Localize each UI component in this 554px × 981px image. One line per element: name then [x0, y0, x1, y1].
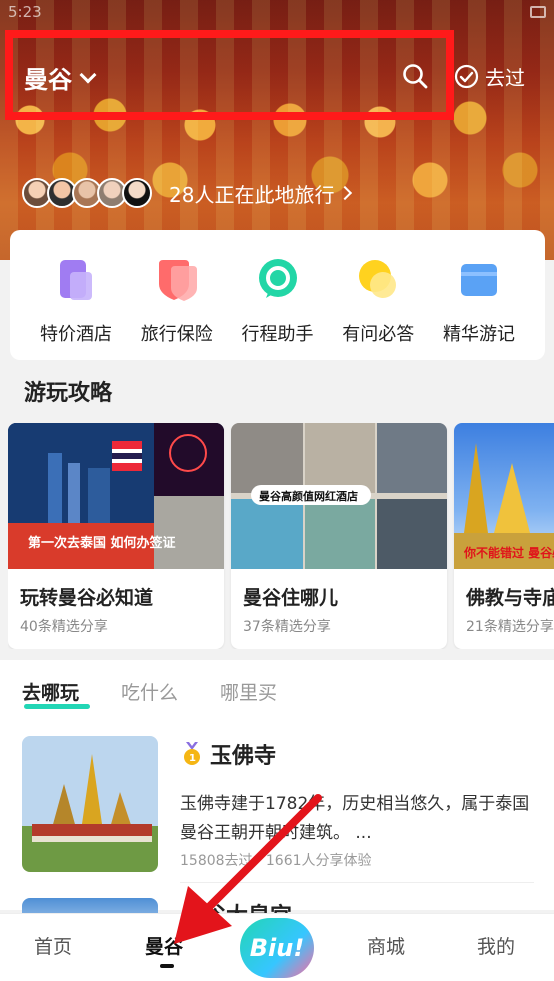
nav-active-indicator [160, 964, 174, 968]
nav-mall[interactable]: 商城 [367, 932, 405, 959]
chevron-down-icon [79, 66, 97, 83]
app-screen: 5:23 曼谷 去过 28人正在此地旅行 特价酒店 旅行保险 行程助手 有问必答… [0, 0, 554, 981]
avatar [122, 178, 152, 208]
category-tabs: 去哪玩 吃什么 哪里买 [22, 678, 277, 709]
divider [180, 882, 534, 883]
guides-section-title: 游玩攻略 [24, 381, 113, 406]
guide-image-caption: 你不能错过 曼谷必游 [463, 545, 554, 560]
nav-me[interactable]: 我的 [477, 932, 515, 959]
travelers-count-text: 28人正在此地旅行 [169, 182, 335, 207]
travelers-link[interactable]: 28人正在此地旅行 [169, 179, 353, 208]
guide-subtitle: 37条精选分享 [243, 619, 331, 635]
itinerary-icon [258, 259, 297, 298]
quick-link-label: 旅行保险 [140, 324, 213, 345]
hotel-icon [60, 260, 92, 300]
guide-subtitle: 21条精选分享 [466, 619, 554, 635]
status-icons [530, 6, 546, 18]
place-item[interactable]: 1 玉佛寺 玉佛寺建于1782年，历史相当悠久，属于泰国曼谷王朝开朝时建筑。 .… [22, 736, 534, 872]
guide-title: 佛教与寺庙 [466, 587, 554, 609]
quick-link-label: 有问必答 [342, 324, 415, 345]
quick-links-card: 特价酒店 旅行保险 行程助手 有问必答 精华游记 [10, 230, 545, 360]
guides-carousel[interactable]: 第一次去泰国 如何办签证 玩转曼谷必知道 40条精选分享 曼谷高颜值网红酒店 曼… [8, 423, 554, 649]
insurance-icon [158, 260, 197, 301]
city-selector[interactable]: 曼谷 [24, 60, 97, 95]
place-description: 玉佛寺建于1782年，历史相当悠久，属于泰国曼谷王朝开朝时建筑。 ... [180, 794, 530, 843]
place-title-row: 1 玉佛寺 [182, 738, 276, 770]
guide-image-art: 你不能错过 曼谷必游 [454, 443, 554, 569]
place-image [22, 736, 158, 872]
status-time: 5:23 [8, 3, 42, 21]
visited-label: 去过 [485, 66, 525, 90]
guide-card[interactable]: 第一次去泰国 如何办签证 玩转曼谷必知道 40条精选分享 [8, 423, 224, 649]
quick-link-label: 行程助手 [241, 324, 314, 345]
bottom-nav: 首页 曼谷 Biu! 商城 我的 [0, 913, 554, 981]
travelers-row[interactable]: 28人正在此地旅行 [22, 178, 353, 208]
search-icon[interactable] [402, 63, 428, 89]
guide-image: 曼谷高颜值网红酒店 [231, 423, 447, 569]
visited-button[interactable]: 去过 [454, 62, 525, 91]
tab-what-to-eat[interactable]: 吃什么 [121, 678, 178, 705]
guide-card[interactable]: 你不能错过 曼谷必游 佛教与寺庙 21条精选分享 [454, 423, 554, 649]
chevron-right-icon [338, 185, 353, 201]
nav-home[interactable]: 首页 [34, 932, 72, 959]
place-stats: 15808去过 · 1661人分享体验 [180, 853, 372, 869]
tab-where-to-go[interactable]: 去哪玩 [22, 678, 91, 709]
quick-link-label: 特价酒店 [40, 324, 112, 345]
gold-medal-icon: 1 [184, 742, 200, 765]
guide-subtitle: 40条精选分享 [20, 619, 108, 635]
battery-icon [530, 6, 546, 18]
guide-image: 第一次去泰国 如何办签证 [8, 423, 224, 569]
guide-image-art: 曼谷高颜值网红酒店 [231, 423, 447, 569]
biu-button[interactable]: Biu! [240, 918, 314, 978]
check-circle-icon [454, 64, 479, 89]
quick-link-qa[interactable]: 有问必答 [328, 258, 428, 360]
quick-link-travelogue[interactable]: 精华游记 [429, 258, 529, 360]
svg-text:1: 1 [189, 753, 196, 764]
nav-city[interactable]: 曼谷 [145, 932, 183, 959]
city-name: 曼谷 [24, 66, 72, 94]
guide-image: 你不能错过 曼谷必游 [454, 423, 554, 569]
tab-where-to-buy[interactable]: 哪里买 [220, 678, 277, 705]
quick-link-label: 精华游记 [443, 324, 515, 345]
guide-image-art: 第一次去泰国 如何办签证 [8, 423, 224, 569]
guide-title: 曼谷住哪儿 [243, 587, 339, 609]
quick-link-insurance[interactable]: 旅行保险 [127, 258, 227, 360]
quick-link-hotel[interactable]: 特价酒店 [26, 258, 126, 360]
guide-card[interactable]: 曼谷高颜值网红酒店 曼谷住哪儿 37条精选分享 [231, 423, 447, 649]
guide-image-caption: 第一次去泰国 如何办签证 [28, 535, 176, 551]
temple-image [22, 736, 158, 872]
guide-title: 玩转曼谷必知道 [20, 587, 154, 609]
status-bar: 5:23 [0, 0, 554, 24]
quick-link-itinerary[interactable]: 行程助手 [228, 258, 328, 360]
guide-image-caption: 曼谷高颜值网红酒店 [259, 489, 358, 503]
places-panel: 去哪玩 吃什么 哪里买 1 玉佛寺 玉佛寺建于1782年，历史相当悠久，属于泰国… [0, 660, 554, 929]
travelogue-icon [461, 264, 497, 296]
place-name: 玉佛寺 [210, 744, 277, 769]
qa-icon [359, 260, 397, 298]
